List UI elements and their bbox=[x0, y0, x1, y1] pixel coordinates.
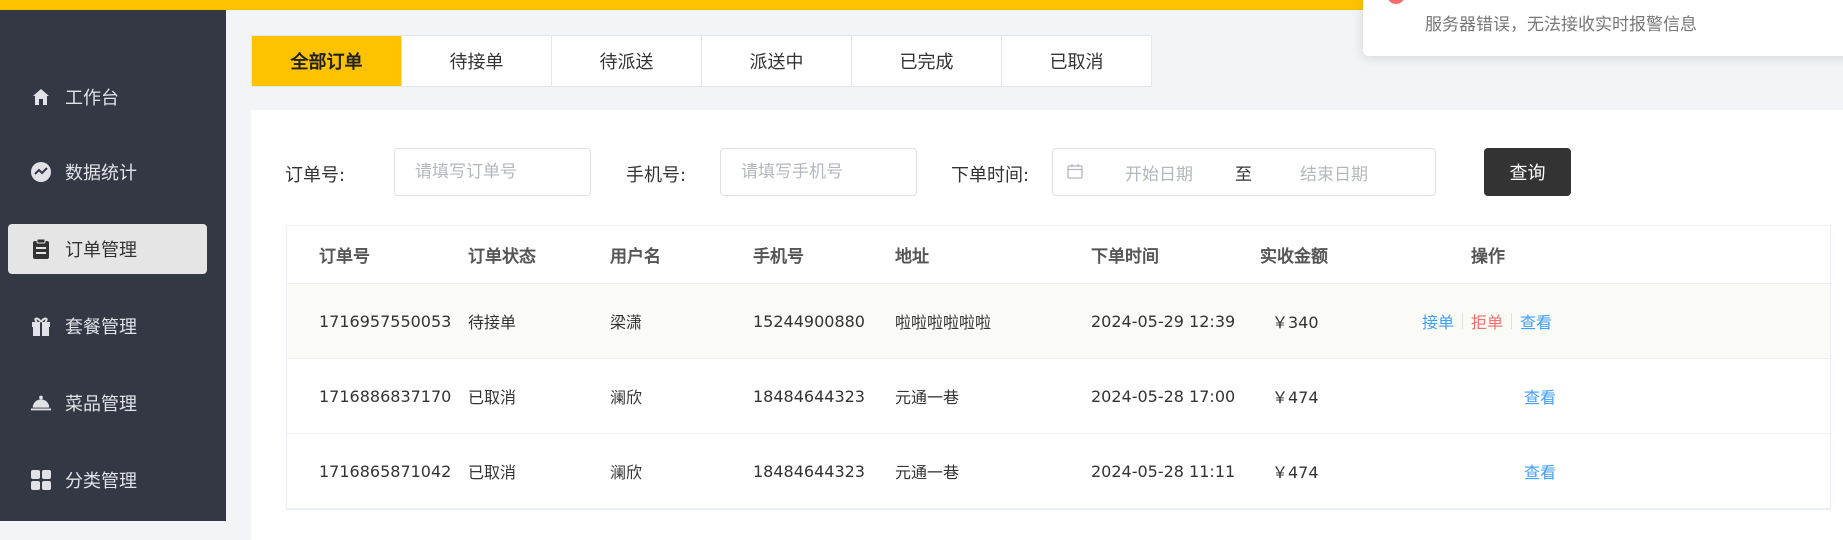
col-status: 订单状态 bbox=[468, 247, 536, 267]
table-row: 1716865871042 已取消 澜欣 18484644323 元通一巷 20… bbox=[287, 434, 1830, 509]
sidebar-item-label: 分类管理 bbox=[65, 471, 137, 492]
phone-cell: 18484644323 bbox=[753, 461, 865, 481]
start-date-input[interactable]: 开始日期 bbox=[1125, 160, 1193, 185]
order-status-tabs: 全部订单 待接单 待派送 派送中 已完成 已取消 bbox=[251, 35, 1152, 87]
accept-order-link[interactable]: 接单 bbox=[1422, 309, 1454, 333]
table-row: 1716886837170 已取消 澜欣 18484644323 元通一巷 20… bbox=[287, 359, 1830, 434]
dish-cover-icon bbox=[30, 392, 52, 414]
tab-cancelled[interactable]: 已取消 bbox=[1002, 36, 1151, 86]
amount-cell: ￥474 bbox=[1272, 388, 1319, 407]
main-content: 全部订单 待接单 待派送 派送中 已完成 已取消 订单号: 手机号: 下单时间:… bbox=[226, 10, 1843, 540]
date-range-picker[interactable]: 开始日期 至 结束日期 bbox=[1052, 148, 1436, 196]
calendar-icon bbox=[1067, 163, 1085, 181]
tab-completed[interactable]: 已完成 bbox=[852, 36, 1002, 86]
username-cell: 梁潇 bbox=[610, 313, 643, 332]
phone-cell: 15244900880 bbox=[753, 311, 865, 331]
amount-cell: ￥474 bbox=[1272, 463, 1319, 482]
sidebar-item-label: 套餐管理 bbox=[65, 317, 137, 338]
chart-icon bbox=[30, 161, 52, 183]
order-no-cell: 1716886837170 bbox=[319, 386, 452, 406]
phone-cell: 18484644323 bbox=[753, 386, 865, 406]
amount-cell: ￥340 bbox=[1272, 313, 1319, 332]
address-cell: 啦啦啦啦啦啦 bbox=[895, 313, 992, 332]
order-no-cell: 1716865871042 bbox=[319, 461, 452, 481]
order-no-label: 订单号: bbox=[285, 165, 346, 186]
sidebar: 工作台 数据统计 订单管理 套餐管理 菜品管理 分类管理 bbox=[0, 10, 226, 521]
clipboard-icon bbox=[30, 238, 52, 260]
address-cell: 元通一巷 bbox=[895, 388, 960, 407]
phone-label: 手机号: bbox=[626, 165, 687, 186]
sidebar-item-label: 订单管理 bbox=[65, 240, 137, 261]
order-no-field[interactable] bbox=[394, 148, 591, 196]
sidebar-item-statistics[interactable]: 数据统计 bbox=[8, 147, 207, 197]
end-date-input[interactable]: 结束日期 bbox=[1300, 160, 1368, 185]
range-separator: 至 bbox=[1235, 164, 1252, 185]
phone-input[interactable] bbox=[721, 149, 916, 195]
username-cell: 澜欣 bbox=[610, 463, 643, 482]
notification-message: 服务器错误，无法接收实时报警信息 bbox=[1425, 15, 1697, 35]
col-phone: 手机号 bbox=[753, 247, 804, 267]
grid-icon bbox=[30, 469, 52, 491]
gift-icon bbox=[30, 315, 52, 337]
order-time-cell: 2024-05-28 17:00 bbox=[1091, 386, 1236, 406]
username-cell: 澜欣 bbox=[610, 388, 643, 407]
view-order-link[interactable]: 查看 bbox=[1520, 309, 1552, 333]
table-header: 订单号 订单状态 用户名 手机号 地址 下单时间 实收金额 操作 bbox=[287, 226, 1830, 284]
divider bbox=[1462, 313, 1464, 329]
sidebar-item-combos[interactable]: 套餐管理 bbox=[8, 301, 207, 351]
sidebar-item-dishes[interactable]: 菜品管理 bbox=[8, 378, 207, 428]
sidebar-item-workbench[interactable]: 工作台 bbox=[8, 72, 207, 122]
col-address: 地址 bbox=[895, 247, 929, 267]
status-cell: 已取消 bbox=[468, 388, 517, 407]
order-no-input[interactable] bbox=[395, 149, 590, 195]
status-cell: 待接单 bbox=[468, 313, 517, 332]
tab-pending-delivery[interactable]: 待派送 bbox=[552, 36, 702, 86]
tab-delivering[interactable]: 派送中 bbox=[702, 36, 852, 86]
col-order-time: 下单时间 bbox=[1091, 247, 1159, 267]
status-cell: 已取消 bbox=[468, 463, 517, 482]
phone-field[interactable] bbox=[720, 148, 917, 196]
tab-all-orders[interactable]: 全部订单 bbox=[252, 36, 402, 86]
col-order-no: 订单号 bbox=[319, 247, 370, 267]
order-time-cell: 2024-05-29 12:39 bbox=[1091, 311, 1236, 331]
orders-table: 订单号 订单状态 用户名 手机号 地址 下单时间 实收金额 操作 1716957… bbox=[286, 225, 1831, 510]
address-cell: 元通一巷 bbox=[895, 463, 960, 482]
query-button[interactable]: 查询 bbox=[1484, 148, 1571, 196]
order-no-cell: 1716957550053 bbox=[319, 311, 452, 331]
sidebar-item-label: 菜品管理 bbox=[65, 394, 137, 415]
divider bbox=[1511, 313, 1513, 329]
table-row: 1716957550053 待接单 梁潇 15244900880 啦啦啦啦啦啦 … bbox=[287, 284, 1830, 359]
sidebar-item-categories[interactable]: 分类管理 bbox=[8, 455, 207, 505]
view-order-link[interactable]: 查看 bbox=[1524, 384, 1556, 408]
sidebar-item-label: 工作台 bbox=[65, 88, 119, 109]
order-time-cell: 2024-05-28 11:11 bbox=[1091, 461, 1236, 481]
col-amount: 实收金额 bbox=[1260, 247, 1328, 267]
sidebar-item-label: 数据统计 bbox=[65, 163, 137, 184]
orders-card: 订单号: 手机号: 下单时间: 开始日期 至 结束日期 查询 订单号 订单状态 … bbox=[251, 110, 1843, 540]
order-time-label: 下单时间: bbox=[951, 165, 1030, 186]
home-icon bbox=[30, 86, 52, 108]
col-actions: 操作 bbox=[1471, 247, 1505, 267]
view-order-link[interactable]: 查看 bbox=[1524, 459, 1556, 483]
sidebar-item-orders[interactable]: 订单管理 bbox=[8, 224, 207, 274]
tab-pending-accept[interactable]: 待接单 bbox=[402, 36, 552, 86]
reject-order-link[interactable]: 拒单 bbox=[1471, 309, 1503, 333]
col-username: 用户名 bbox=[610, 247, 661, 267]
error-notification: 服务器错误，无法接收实时报警信息 bbox=[1363, 0, 1843, 56]
error-icon bbox=[1387, 0, 1405, 4]
